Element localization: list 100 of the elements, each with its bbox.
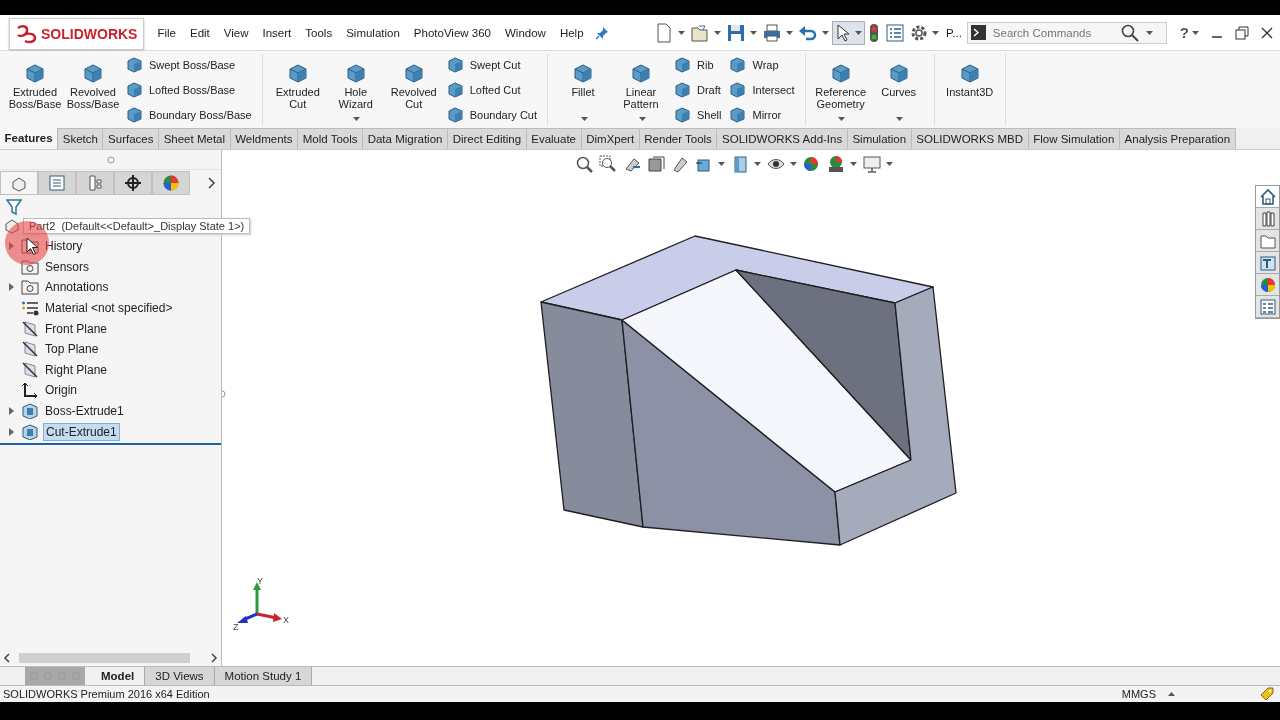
scroll-right-icon[interactable] [210, 653, 218, 663]
ribbon-button[interactable]: Reference Geometry [811, 54, 870, 125]
caret-icon[interactable] [838, 117, 846, 121]
command-tab[interactable]: Mold Tools [298, 128, 364, 149]
open-folder-icon[interactable] [690, 22, 711, 43]
command-tab[interactable]: Weldments [230, 128, 299, 149]
expand-arrow-icon[interactable] [9, 283, 14, 292]
caret-icon[interactable] [849, 162, 857, 166]
caret-icon[interactable] [638, 117, 646, 121]
command-tab[interactable]: Surfaces [103, 128, 160, 149]
tree-item[interactable]: Right Plane [43, 361, 110, 378]
view-tab[interactable]: Motion Study 1 [214, 667, 313, 685]
ribbon-button[interactable]: Fillet [554, 54, 612, 125]
select-button[interactable] [832, 20, 866, 45]
view-settings-monitor-icon[interactable] [862, 155, 881, 173]
ribbon-button[interactable]: Instant3D [940, 54, 999, 125]
section-view-icon[interactable] [646, 155, 665, 173]
print-icon[interactable] [762, 22, 783, 43]
command-tab[interactable]: DimXpert [581, 128, 640, 149]
ribbon-button[interactable]: Rib [674, 56, 722, 73]
command-tab[interactable]: SOLIDWORKS Add-Ins [717, 128, 848, 149]
menu-item[interactable]: Edit [183, 26, 217, 39]
caret-icon[interactable] [789, 162, 797, 166]
menu-item[interactable]: Simulation [339, 26, 407, 39]
command-tab[interactable]: Render Tools [639, 128, 718, 149]
tree-item[interactable]: Material <not specified> [43, 300, 175, 317]
menu-item[interactable]: Tools [298, 26, 340, 39]
chevron-right-icon[interactable] [208, 177, 216, 189]
ribbon-button[interactable]: Boundary Boss/Base [126, 106, 252, 123]
menu-item[interactable]: PhotoView 360 [406, 26, 498, 39]
ribbon-button[interactable]: Hole Wizard [326, 54, 385, 125]
caret-icon[interactable] [1145, 30, 1153, 35]
task-pane-tab[interactable] [1256, 252, 1279, 274]
toolbar-label[interactable]: P... [946, 26, 962, 39]
zoom-fit-icon[interactable] [574, 155, 593, 173]
pin-icon[interactable] [594, 25, 609, 40]
save-icon[interactable] [726, 22, 747, 43]
ribbon-button[interactable]: Boundary Cut [446, 106, 537, 123]
task-pane-tab[interactable] [1256, 208, 1279, 230]
menu-item[interactable]: Help [552, 26, 591, 39]
ribbon-button[interactable]: Lofted Cut [446, 81, 537, 98]
task-pane-tab[interactable] [1256, 274, 1279, 296]
app-logo[interactable]: SOLIDWORKS [9, 17, 145, 50]
command-tab[interactable]: SOLIDWORKS MBD [911, 128, 1029, 149]
caret-icon[interactable] [932, 30, 940, 35]
command-tab[interactable]: Direct Editing [448, 128, 527, 149]
ribbon-button[interactable]: Mirror [729, 106, 795, 123]
ribbon-button[interactable]: Curves [869, 54, 928, 125]
command-tab[interactable]: Sketch [58, 128, 104, 149]
command-tab[interactable]: Simulation [847, 128, 912, 149]
restore-icon[interactable] [1235, 25, 1249, 40]
ribbon-button[interactable]: Draft [674, 81, 722, 98]
ribbon-button[interactable]: Extruded Cut [268, 54, 327, 125]
scroll-left-icon[interactable] [3, 653, 11, 663]
caret-icon[interactable] [678, 30, 686, 35]
zoom-area-icon[interactable] [598, 155, 617, 173]
command-tab[interactable]: Sheet Metal [159, 128, 231, 149]
command-tab[interactable]: Evaluate [526, 128, 582, 149]
tree-item[interactable]: Front Plane [43, 320, 110, 337]
caret-icon[interactable] [353, 117, 361, 121]
menu-item[interactable]: Window [498, 26, 553, 39]
menu-item[interactable]: Insert [255, 26, 299, 39]
command-tab[interactable]: Flow Simulation [1028, 128, 1120, 149]
caret-icon[interactable] [896, 117, 904, 121]
ribbon-button[interactable]: Extruded Boss/Base [6, 54, 64, 125]
tree-item[interactable]: Boss-Extrude1 [43, 403, 126, 420]
caret-icon[interactable] [1192, 30, 1199, 35]
ribbon-button[interactable]: Lofted Boss/Base [126, 81, 252, 98]
caret-icon[interactable] [717, 162, 725, 166]
ribbon-button[interactable]: Wrap [729, 56, 795, 73]
menu-item[interactable]: File [150, 26, 183, 39]
rebuild-tag-icon[interactable] [1259, 686, 1275, 702]
search-icon[interactable] [1120, 23, 1139, 42]
command-tab[interactable]: Analysis Preparation [1119, 128, 1236, 149]
command-tab[interactable]: Features [0, 128, 59, 149]
caret-icon[interactable] [855, 30, 863, 35]
help-button[interactable]: ? [1179, 24, 1189, 41]
caret-icon[interactable] [786, 30, 794, 35]
caret-icon[interactable] [714, 30, 722, 35]
ribbon-button[interactable]: Swept Cut [446, 56, 537, 73]
tree-root-label[interactable]: Part2 (Default<<Default>_Display State 1>) [23, 218, 251, 234]
tree-item[interactable]: Cut-Extrude1 [43, 422, 120, 441]
file-properties-icon[interactable] [886, 23, 905, 42]
tree-item[interactable]: History [43, 238, 85, 255]
units-selector[interactable]: MMGS [1121, 688, 1156, 700]
traffic-light-icon[interactable] [869, 22, 880, 43]
expand-arrow-icon[interactable] [9, 407, 14, 416]
ribbon-button[interactable]: Linear Pattern [612, 54, 670, 125]
close-icon[interactable] [1260, 25, 1274, 40]
caret-icon[interactable] [753, 162, 761, 166]
scene-icon[interactable] [826, 155, 845, 173]
search-field[interactable]: Search Commands [990, 25, 1116, 40]
ribbon-button[interactable]: Revolved Boss/Base [64, 54, 122, 125]
grip-handle-icon[interactable] [106, 155, 115, 164]
tree-item[interactable]: Sensors [43, 258, 92, 275]
caret-icon[interactable] [750, 30, 758, 35]
panel-tab[interactable] [114, 171, 152, 195]
edit-appearance-icon[interactable] [802, 155, 821, 173]
caret-icon[interactable] [885, 162, 893, 166]
caret-icon[interactable] [580, 117, 588, 121]
